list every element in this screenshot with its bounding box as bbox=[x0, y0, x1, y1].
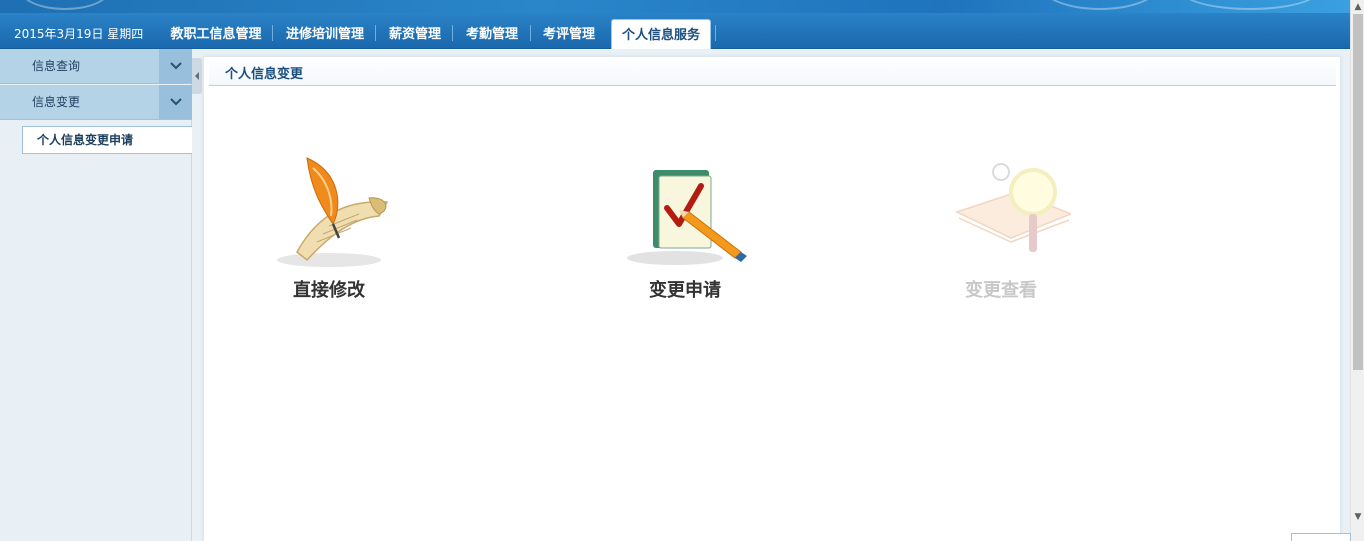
tab-salary[interactable]: 薪资管理 bbox=[381, 19, 449, 49]
nav-divider bbox=[530, 25, 531, 41]
scroll-up-icon[interactable]: ▲ bbox=[1351, 0, 1364, 14]
nav-divider bbox=[272, 25, 273, 41]
sidebar-collapse-handle[interactable] bbox=[192, 58, 202, 94]
panel-title: 个人信息变更 bbox=[225, 67, 304, 82]
page-scrollbar[interactable]: ▲ ▼ bbox=[1350, 0, 1364, 541]
sidebar-group-label: 信息变更 bbox=[32, 95, 81, 109]
panel-header: 个人信息变更 bbox=[209, 61, 1336, 86]
tab-attendance[interactable]: 考勤管理 bbox=[458, 19, 526, 49]
direct-edit-button[interactable]: 直接修改 bbox=[244, 152, 414, 312]
tab-training[interactable]: 进修培训管理 bbox=[278, 19, 372, 49]
quill-scroll-icon bbox=[277, 157, 389, 267]
sidebar: 信息查询 信息变更 个人信息变更申请 bbox=[0, 49, 192, 541]
change-view-label: 变更查看 bbox=[965, 280, 1037, 301]
scroll-thumb[interactable] bbox=[1353, 14, 1363, 370]
sidebar-item-change-request[interactable]: 个人信息变更申请 bbox=[22, 126, 192, 154]
sidebar-group-info-query[interactable]: 信息查询 bbox=[0, 49, 192, 84]
change-view-button: 变更查看 bbox=[916, 152, 1086, 312]
nav-divider bbox=[715, 25, 716, 41]
chevron-down-icon[interactable] bbox=[159, 49, 192, 83]
direct-edit-label: 直接修改 bbox=[293, 280, 365, 301]
change-request-label: 变更申请 bbox=[649, 280, 721, 301]
tab-evaluation[interactable]: 考评管理 bbox=[535, 19, 603, 49]
notebook-magnifier-icon bbox=[955, 163, 1071, 252]
current-date: 2015年3月19日 星期四 bbox=[14, 27, 144, 41]
change-request-button[interactable]: 变更申请 bbox=[600, 152, 770, 312]
nav-divider bbox=[452, 25, 453, 41]
sidebar-group-info-change[interactable]: 信息变更 bbox=[0, 85, 192, 120]
bottom-corner-tab bbox=[1291, 533, 1351, 541]
chevron-down-icon[interactable] bbox=[159, 85, 192, 119]
main-panel: 个人信息变更 直接修改 变更申请 变更查看 bbox=[203, 56, 1341, 541]
scroll-down-icon[interactable]: ▼ bbox=[1351, 510, 1364, 524]
main-navbar: 2015年3月19日 星期四 教职工信息管理 进修培训管理 薪资管理 考勤管理 … bbox=[0, 13, 1350, 49]
tab-staff-info[interactable]: 教职工信息管理 bbox=[161, 19, 271, 49]
tab-personal-service[interactable]: 个人信息服务 bbox=[611, 19, 711, 49]
top-banner bbox=[0, 0, 1350, 13]
sidebar-group-label: 信息查询 bbox=[32, 59, 81, 73]
chevron-left-icon bbox=[195, 72, 199, 80]
checkmark-pencil-icon bbox=[627, 170, 747, 265]
nav-divider bbox=[375, 25, 376, 41]
